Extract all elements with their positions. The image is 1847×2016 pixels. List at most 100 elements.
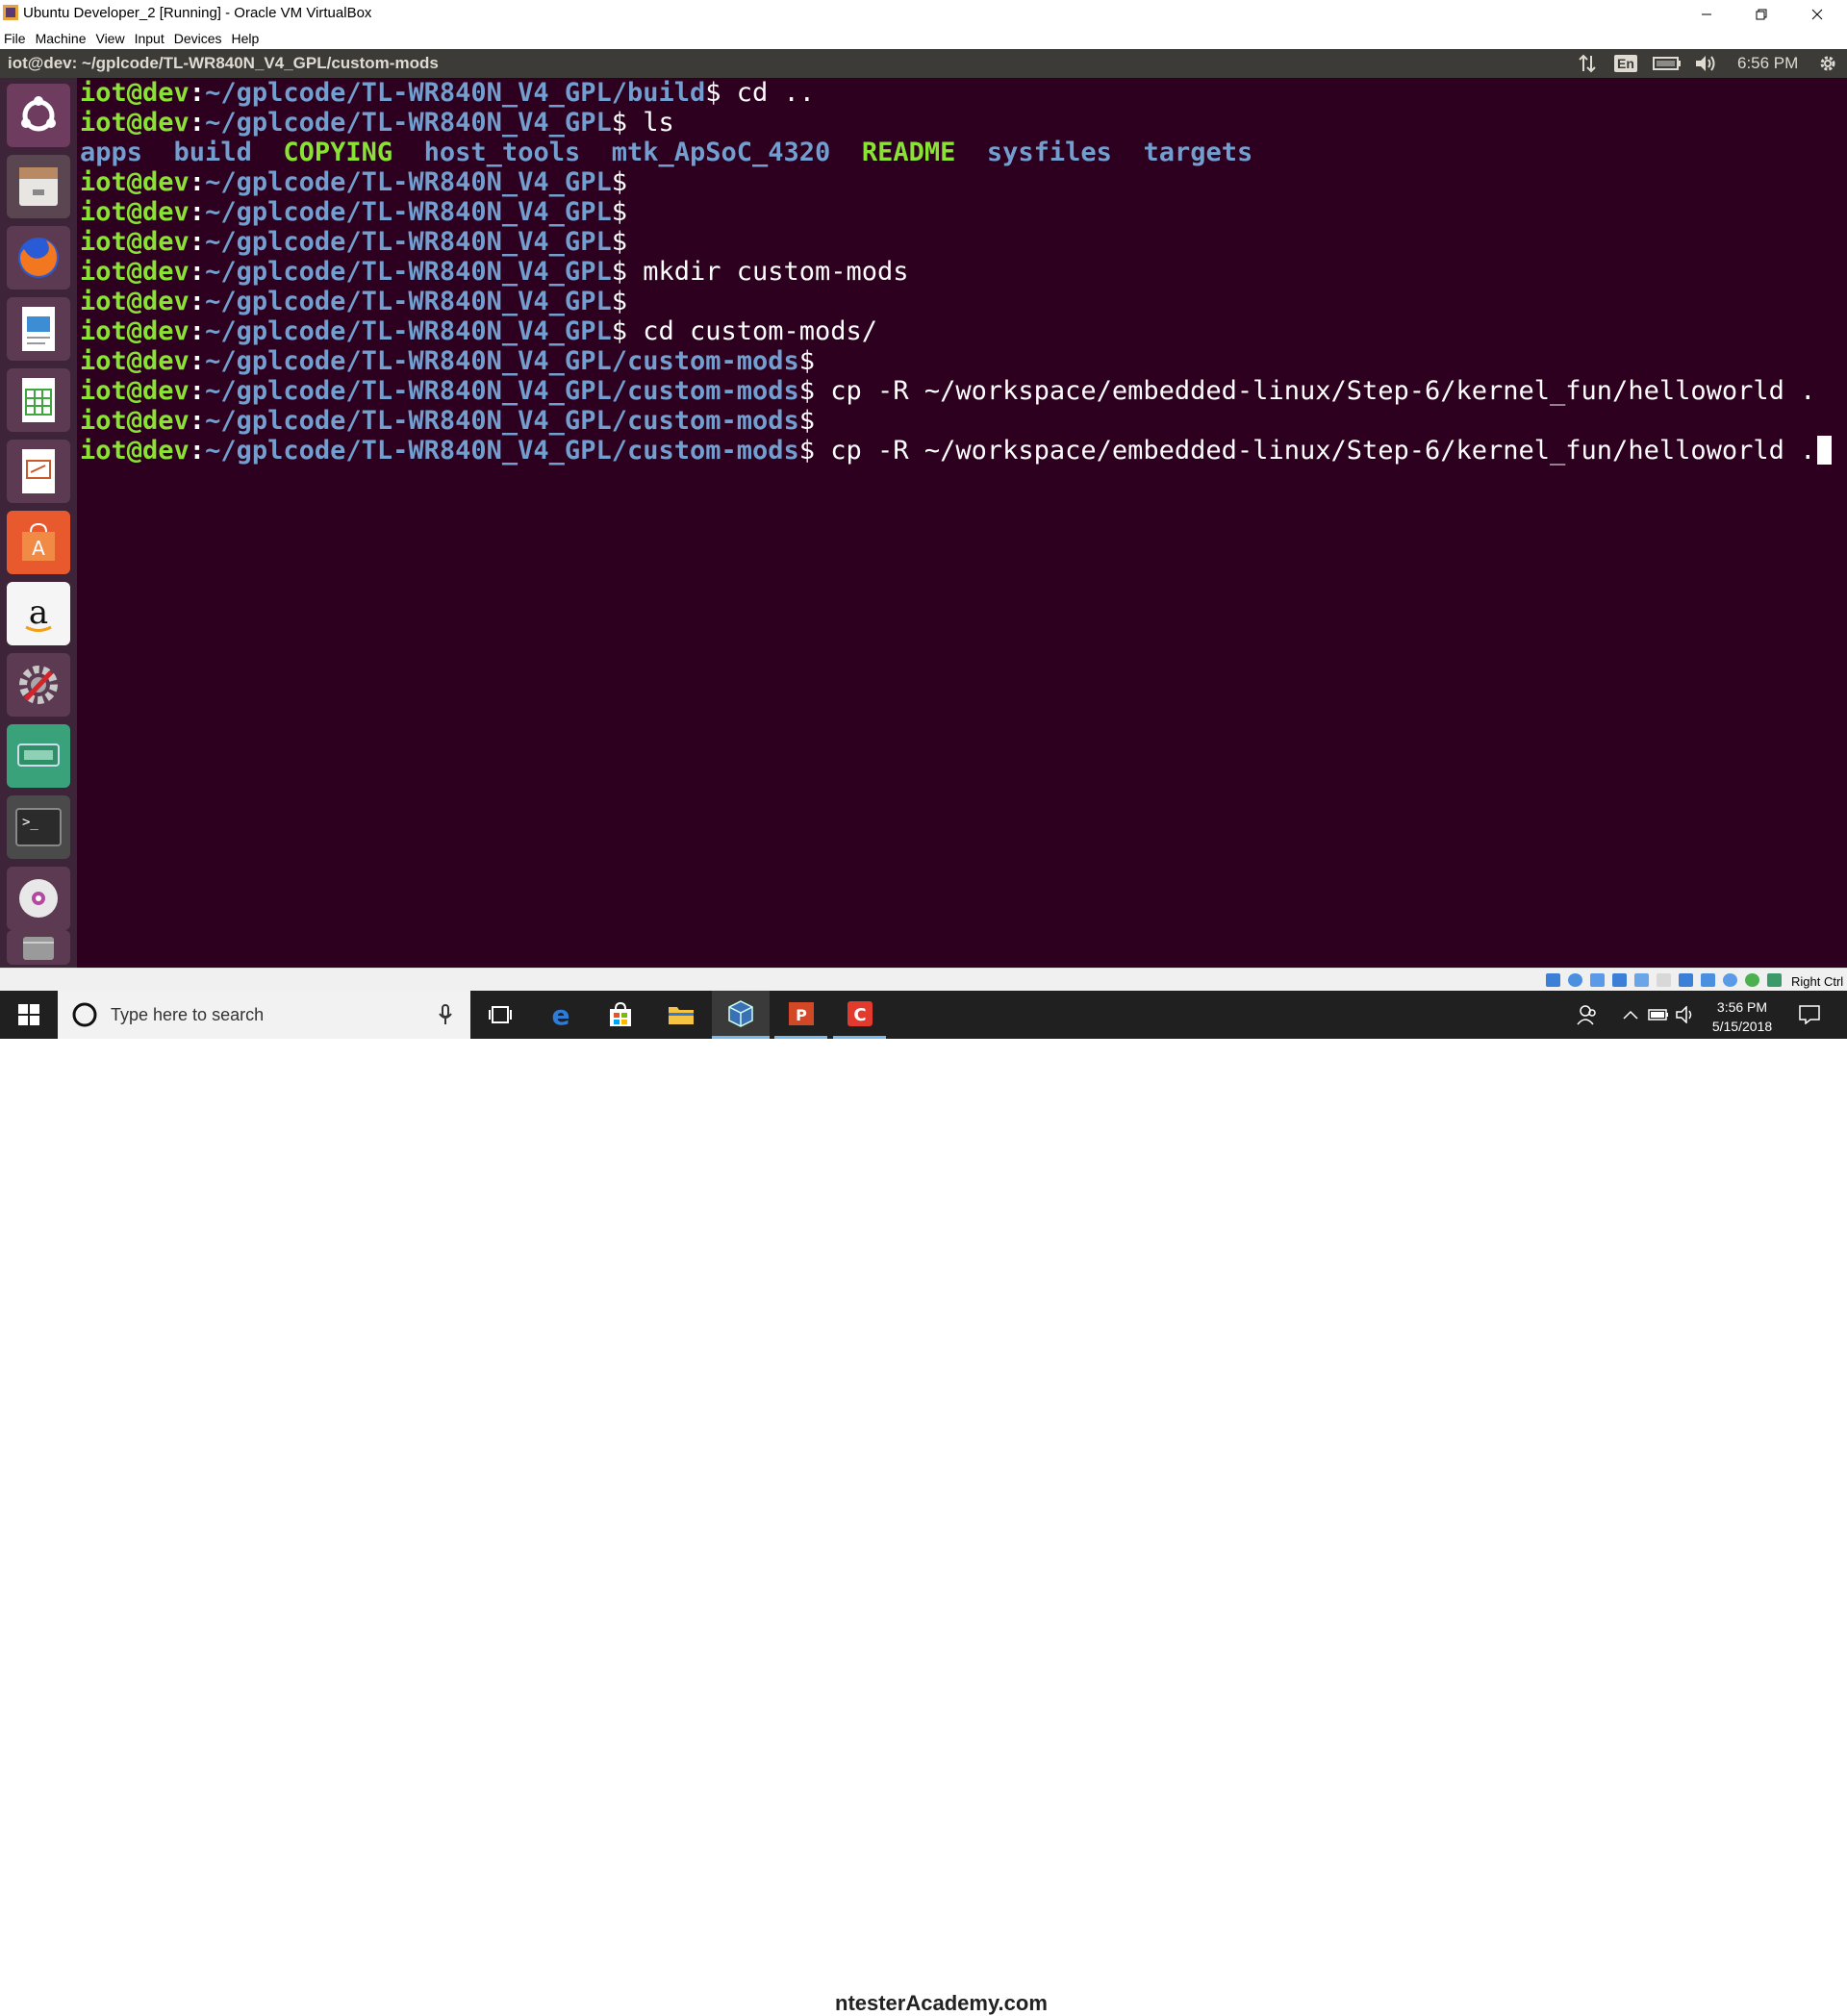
volume-icon — [1696, 56, 1715, 71]
keyboard-capture-status-icon[interactable] — [1767, 973, 1782, 987]
chevron-up-icon — [1623, 1010, 1638, 1020]
show-hidden-icons-button[interactable] — [1619, 991, 1642, 1039]
launcher-dvd[interactable] — [7, 867, 70, 930]
action-center-button[interactable] — [1789, 991, 1830, 1039]
launcher-amazon[interactable]: a — [7, 582, 70, 645]
prompt-user: iot@dev — [80, 406, 190, 436]
software-bag-icon: A — [22, 522, 55, 561]
task-view-button[interactable] — [476, 991, 524, 1039]
taskbar-edge[interactable]: e — [537, 991, 585, 1039]
prompt-path: ~/gplcode/TL-WR840N_V4_GPL — [205, 167, 612, 197]
amazon-icon: a — [25, 593, 52, 632]
terminal-output[interactable]: iot@dev:~/gplcode/TL-WR840N_V4_GPL/build… — [77, 78, 1847, 968]
launcher-ubuntu-software[interactable]: A — [7, 511, 70, 574]
menu-file[interactable]: File — [0, 28, 31, 46]
window-title: Ubuntu Developer_2 [Running] - Oracle VM… — [23, 5, 372, 21]
taskbar-powerpoint[interactable]: P — [774, 991, 827, 1039]
taskbar-time: 3:56 PM — [1716, 999, 1768, 1015]
restore-icon — [1756, 9, 1766, 19]
battery-indicator[interactable] — [1651, 49, 1683, 78]
harddisk-status-icon[interactable] — [1546, 973, 1560, 987]
menu-input[interactable]: Input — [130, 28, 169, 46]
launcher-impress[interactable] — [7, 440, 70, 503]
optical-drive-status-icon[interactable] — [1568, 973, 1582, 987]
launcher-system-settings[interactable] — [7, 653, 70, 717]
prompt-separator: : — [189, 346, 206, 376]
taskbar-virtualbox[interactable] — [712, 991, 770, 1039]
prompt-user: iot@dev — [80, 287, 190, 316]
volume-indicator[interactable] — [1693, 49, 1718, 78]
svg-text:e: e — [552, 1001, 570, 1028]
prompt-path: ~/gplcode/TL-WR840N_V4_GPL — [205, 227, 612, 257]
video-capture-status-icon[interactable] — [1701, 973, 1715, 987]
cpu-status-icon[interactable] — [1723, 973, 1737, 987]
prompt-user: iot@dev — [80, 316, 190, 346]
launcher-terminal[interactable]: >_ — [7, 795, 70, 859]
terminal-line: iot@dev:~/gplcode/TL-WR840N_V4_GPL/build… — [80, 78, 815, 108]
prompt-separator: : — [189, 227, 206, 257]
vbox-title-bar: Ubuntu Developer_2 [Running] - Oracle VM… — [0, 0, 1847, 28]
battery-icon — [1653, 57, 1681, 70]
close-button[interactable] — [1789, 0, 1844, 28]
windows-logo-icon — [18, 1004, 39, 1025]
ls-output-line: apps build COPYING host_tools mtk_ApSoC_… — [80, 138, 1252, 167]
launcher-network-device[interactable] — [7, 724, 70, 788]
prompt-separator: : — [189, 167, 206, 197]
tray-power[interactable] — [1645, 991, 1672, 1039]
notification-icon — [1799, 1005, 1820, 1024]
tray-volume[interactable] — [1674, 991, 1699, 1039]
svg-text:>_: >_ — [22, 815, 38, 830]
network-status-icon[interactable] — [1612, 973, 1627, 987]
launcher-ubuntu-dash[interactable] — [7, 84, 70, 147]
restore-button[interactable] — [1733, 0, 1788, 28]
audio-status-icon[interactable] — [1590, 973, 1605, 987]
taskbar-search-box[interactable]: Type here to search — [58, 991, 470, 1039]
taskbar-store[interactable] — [596, 991, 645, 1039]
usb-status-icon[interactable] — [1634, 973, 1649, 987]
close-icon — [1811, 9, 1822, 19]
microphone-icon[interactable] — [438, 1004, 453, 1025]
battery-plug-icon — [1648, 1009, 1668, 1021]
speaker-icon — [1676, 1006, 1692, 1023]
prompt-separator: : — [189, 316, 206, 346]
menu-view[interactable]: View — [90, 28, 129, 46]
launcher-files[interactable] — [7, 155, 70, 218]
ls-entry: host_tools — [423, 138, 581, 167]
prompt-user: iot@dev — [80, 197, 190, 227]
network-arrows-icon — [1579, 54, 1596, 73]
people-button[interactable] — [1570, 991, 1605, 1039]
minimize-button[interactable] — [1679, 0, 1733, 28]
start-button[interactable] — [0, 991, 58, 1039]
launcher-trash[interactable] — [7, 930, 70, 965]
menu-help[interactable]: Help — [227, 28, 265, 46]
display-status-icon[interactable] — [1679, 973, 1693, 987]
network-indicator[interactable] — [1574, 49, 1601, 78]
prompt-path: ~/gplcode/TL-WR840N_V4_GPL/custom-mods — [205, 376, 799, 406]
shared-folders-status-icon[interactable] — [1657, 973, 1671, 987]
command-text: $ — [798, 346, 816, 376]
terminal-cursor — [1817, 436, 1833, 465]
menu-machine[interactable]: Machine — [31, 28, 91, 46]
terminal-icon: >_ — [15, 808, 62, 846]
command-text: $ mkdir custom-mods — [611, 257, 909, 287]
mouse-integration-status-icon[interactable] — [1745, 973, 1759, 987]
prompt-path: ~/gplcode/TL-WR840N_V4_GPL — [205, 316, 612, 346]
prompt-path: ~/gplcode/TL-WR840N_V4_GPL — [205, 108, 612, 138]
taskbar-camtasia[interactable]: C — [833, 991, 886, 1039]
terminal-line: iot@dev:~/gplcode/TL-WR840N_V4_GPL$ cd c… — [80, 316, 877, 346]
taskbar-file-explorer[interactable] — [657, 991, 705, 1039]
launcher-writer[interactable] — [7, 297, 70, 361]
taskbar-clock[interactable]: 3:56 PM 5/15/2018 — [1703, 997, 1782, 1036]
ls-entry: sysfiles — [986, 138, 1112, 167]
prompt-separator: : — [189, 78, 206, 108]
panel-clock[interactable]: 6:56 PM — [1737, 54, 1798, 73]
launcher-firefox[interactable] — [7, 226, 70, 290]
ubuntu-top-panel: iot@dev: ~/gplcode/TL-WR840N_V4_GPL/cust… — [0, 49, 1847, 78]
session-indicator[interactable] — [1814, 49, 1841, 78]
launcher-calc[interactable] — [7, 368, 70, 432]
keyboard-layout-label: En — [1614, 55, 1637, 72]
edge-browser-icon: e — [552, 1001, 570, 1028]
menu-devices[interactable]: Devices — [169, 28, 227, 46]
keyboard-indicator[interactable]: En — [1613, 49, 1638, 78]
document-writer-icon — [22, 307, 55, 351]
